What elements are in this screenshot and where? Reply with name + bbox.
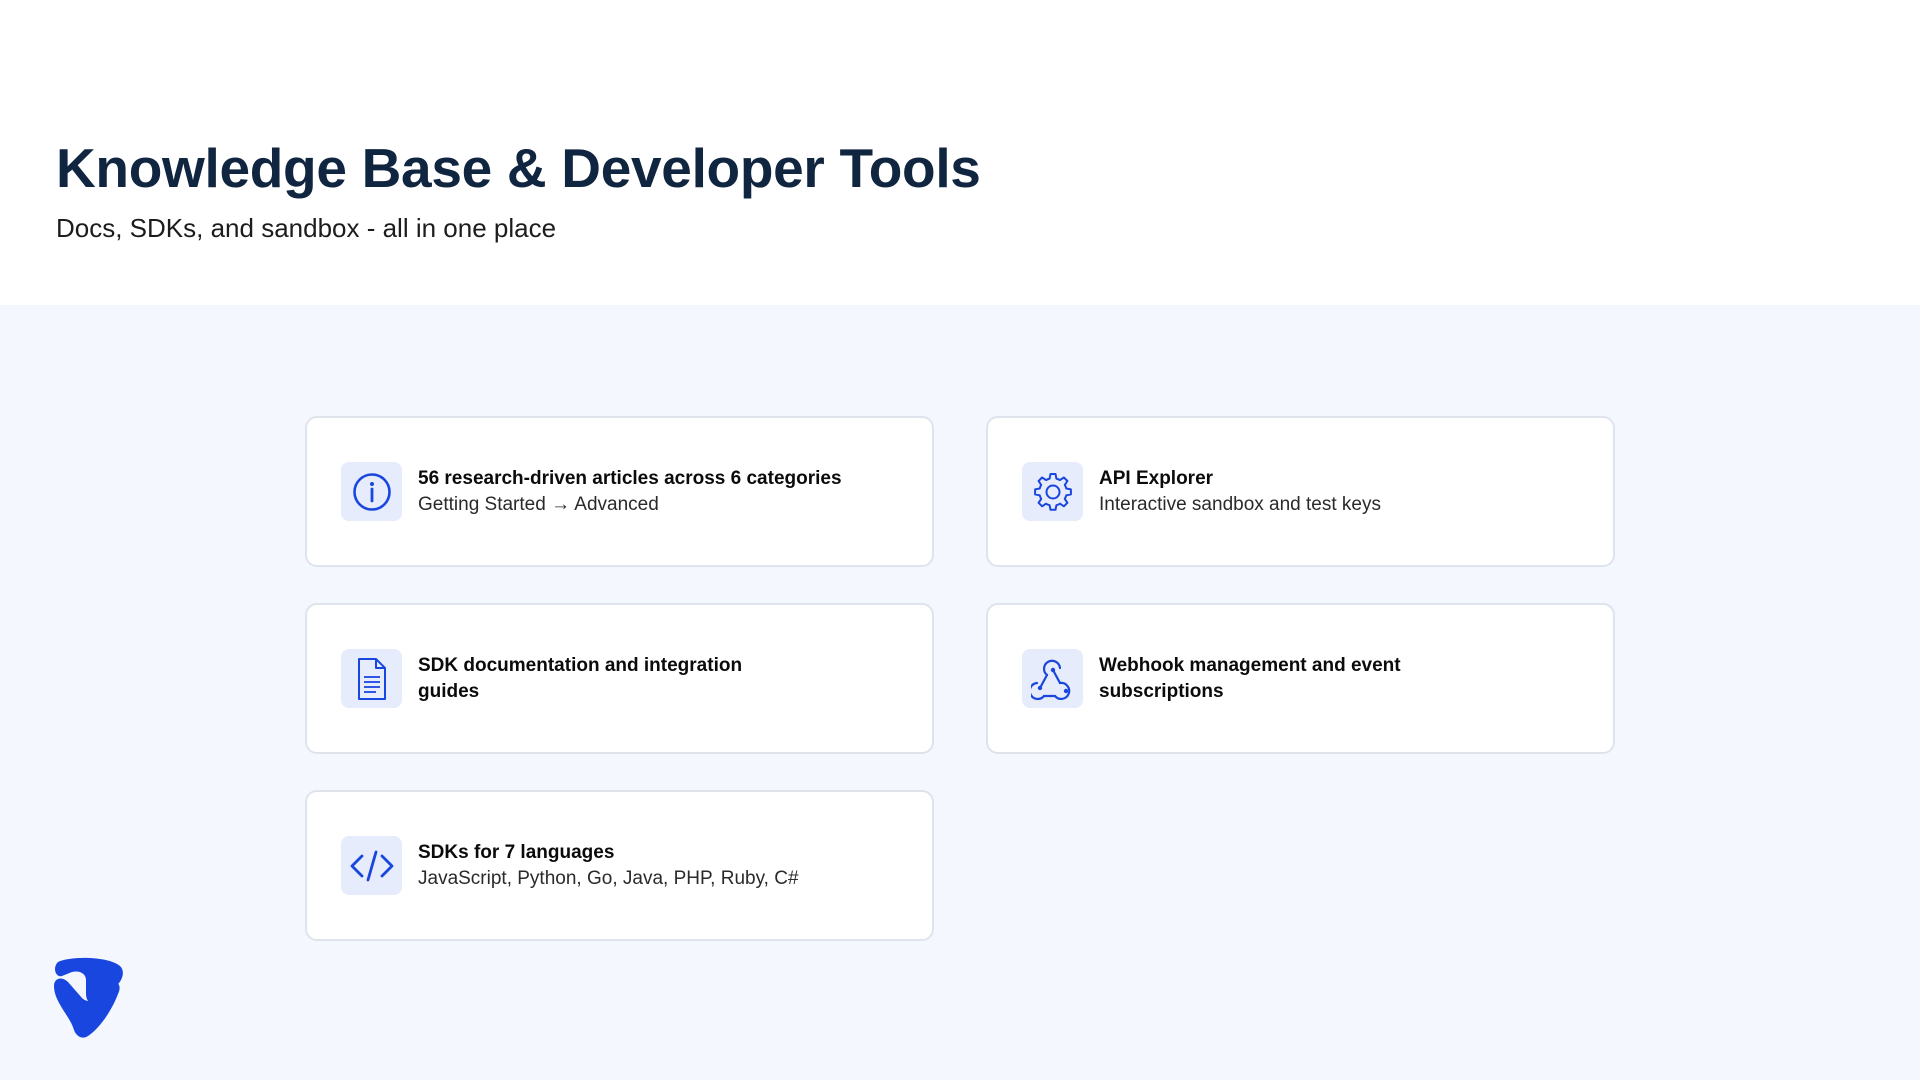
feature-card-webhooks: Webhook management and event subscriptio… <box>986 603 1615 754</box>
content-area: 56 research-driven articles across 6 cat… <box>0 305 1920 1080</box>
info-icon <box>341 462 402 521</box>
card-subtitle: Getting Started → Advanced <box>418 493 659 515</box>
page-title: Knowledge Base & Developer Tools <box>56 137 981 199</box>
feature-card-articles: 56 research-driven articles across 6 cat… <box>305 416 934 567</box>
slide: Knowledge Base & Developer Tools Docs, S… <box>0 0 1920 1080</box>
card-subtitle: JavaScript, Python, Go, Java, PHP, Ruby,… <box>418 867 799 889</box>
document-icon <box>341 649 402 708</box>
card-title: 56 research-driven articles across 6 cat… <box>418 467 842 489</box>
page-subtitle: Docs, SDKs, and sandbox - all in one pla… <box>56 213 557 243</box>
feature-card-sdk-docs: SDK documentation and integration guides <box>305 603 934 754</box>
card-title: SDKs for 7 languages <box>418 841 615 863</box>
feature-card-api-explorer: API Explorer Interactive sandbox and tes… <box>986 416 1615 567</box>
webhook-icon <box>1022 649 1083 708</box>
card-title: API Explorer <box>1099 467 1214 489</box>
card-subtitle: Interactive sandbox and test keys <box>1099 493 1381 515</box>
brand-logo-icon <box>52 956 128 1038</box>
gear-icon <box>1022 462 1083 521</box>
header: Knowledge Base & Developer Tools Docs, S… <box>0 0 1920 305</box>
feature-card-sdk-languages: SDKs for 7 languages JavaScript, Python,… <box>305 790 934 941</box>
card-title: SDK documentation and integration guides <box>418 654 743 702</box>
card-title: Webhook management and event subscriptio… <box>1099 654 1401 702</box>
code-icon <box>341 836 402 895</box>
